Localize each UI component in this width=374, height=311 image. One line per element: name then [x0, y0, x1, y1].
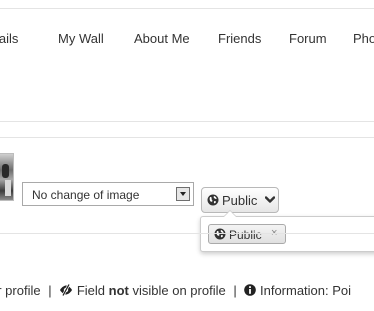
avatar-figure [2, 164, 9, 178]
profile-avatar [0, 153, 14, 201]
image-change-select[interactable]: No change of image [22, 182, 194, 206]
legend-separator: | [48, 283, 52, 298]
profile-edit-page: etails My Wall About Me Friends Forum Ph… [0, 0, 374, 311]
globe-icon [214, 228, 226, 240]
legend-information-text: Information: Poi [259, 283, 352, 298]
privacy-dropdown-panel: Public × [200, 210, 374, 252]
privacy-dropdown-button[interactable]: Public [201, 187, 279, 213]
legend-separator: | [233, 283, 237, 298]
legend-field-prefix: Field [76, 283, 106, 298]
section-divider-top [0, 121, 374, 122]
privacy-button-label: Public [222, 193, 258, 208]
section-divider-bottom [0, 137, 374, 138]
top-divider [0, 8, 374, 9]
avatar-figure-detail [5, 180, 11, 196]
tab-about-me[interactable]: About Me [134, 31, 190, 46]
image-change-value: No change of image [32, 188, 140, 202]
eye-slash-icon [60, 283, 73, 297]
select-arrow-icon [180, 192, 186, 196]
info-circle-icon [244, 284, 257, 296]
tab-my-wall[interactable]: My Wall [58, 31, 104, 46]
legend-not-bold: not [108, 283, 129, 298]
legend-profile-text: ur profile [0, 283, 41, 298]
tab-forum[interactable]: Forum [289, 31, 327, 46]
legend-not-visible-suffix: visible on profile [132, 283, 226, 298]
privacy-tag-label: Public [229, 228, 262, 242]
tab-friends[interactable]: Friends [218, 31, 261, 46]
dropdown-caret-fill [224, 211, 236, 217]
globe-icon [207, 194, 219, 206]
tab-photos[interactable]: Pho [353, 31, 374, 46]
privacy-selected-tag: Public × [208, 224, 286, 244]
field-legend: ur profile | Field not visible on profil… [0, 283, 351, 298]
select-arrow-button[interactable] [176, 187, 190, 201]
bottom-divider [0, 233, 374, 234]
chevron-down-icon [265, 196, 275, 203]
tab-details[interactable]: etails [0, 31, 18, 46]
